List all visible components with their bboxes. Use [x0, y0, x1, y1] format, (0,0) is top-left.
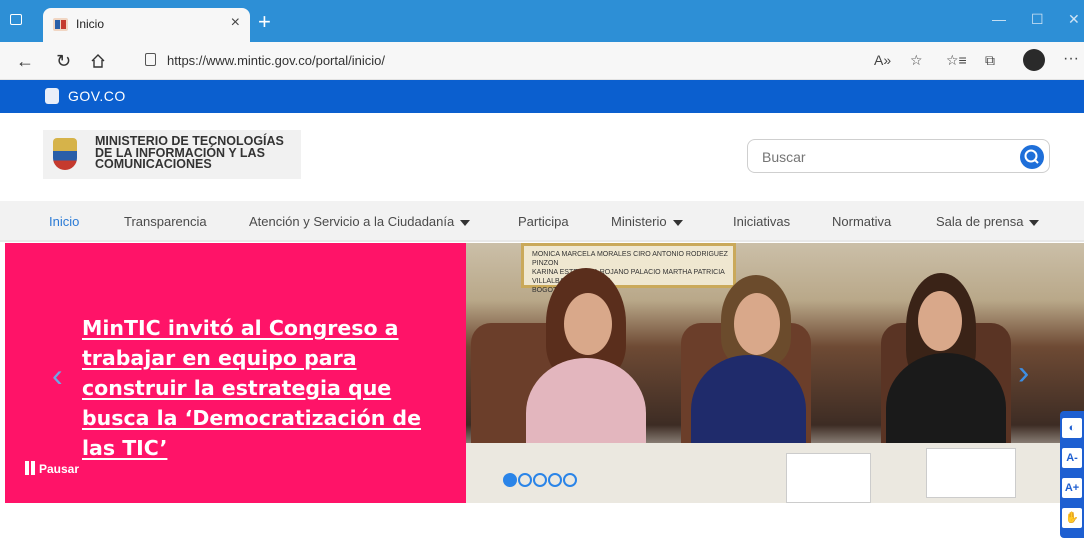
close-window-icon[interactable]: ✕ — [1068, 11, 1080, 28]
menu-item-participa[interactable]: Participa — [518, 214, 569, 229]
nameplate — [786, 453, 871, 503]
minimize-icon[interactable]: — — [992, 11, 1006, 27]
main-menu: Inicio Transparencia Atención y Servicio… — [0, 201, 1084, 242]
person-head — [734, 293, 780, 355]
favicon-icon — [53, 18, 68, 31]
ministry-name-line: COMUNICACIONES — [95, 157, 212, 171]
lock-icon[interactable] — [145, 53, 156, 66]
slide-dot[interactable] — [563, 473, 577, 487]
profile-avatar[interactable] — [1023, 49, 1045, 71]
menu-item-ministerio[interactable]: Ministerio — [611, 214, 683, 229]
chevron-down-icon — [460, 219, 471, 226]
decrease-font-icon[interactable]: A- — [1062, 448, 1082, 468]
pause-button[interactable]: Pausar — [25, 461, 79, 476]
banner-headline-link[interactable]: MinTIC invitó al Congreso a trabajar en … — [82, 313, 452, 463]
browser-tab[interactable]: Inicio × — [43, 8, 250, 42]
banner-photo: MONICA MARCELA MORALES CIRO ANTONIO RODR… — [466, 243, 1084, 503]
maximize-icon[interactable]: ☐ — [1031, 11, 1044, 28]
search-icon — [1024, 149, 1039, 164]
chevron-down-icon — [1029, 219, 1040, 226]
menu-item-atencion[interactable]: Atención y Servicio a la Ciudadanía — [249, 214, 471, 229]
refresh-icon[interactable]: ↻ — [56, 51, 71, 72]
search-input[interactable] — [762, 147, 1002, 167]
chevron-down-icon — [672, 219, 683, 226]
gov-co-link[interactable]: GOV.CO — [68, 88, 126, 104]
menu-item-inicio[interactable]: Inicio — [49, 214, 79, 229]
favorites-list-icon[interactable]: ☆≡ — [946, 52, 967, 69]
pause-icon — [25, 461, 35, 475]
favorite-star-icon[interactable]: ☆ — [910, 52, 923, 69]
menu-item-iniciativas[interactable]: Iniciativas — [733, 214, 790, 229]
person-head — [918, 291, 962, 351]
slide-indicators — [503, 473, 578, 492]
close-tab-icon[interactable]: × — [231, 14, 240, 32]
person-head — [564, 293, 612, 355]
gov-co-logo-icon[interactable] — [45, 88, 59, 104]
menu-item-transparencia[interactable]: Transparencia — [124, 214, 207, 229]
gov-co-bar: GOV.CO — [0, 80, 1084, 113]
tab-title: Inicio — [76, 17, 105, 31]
slide-dot[interactable] — [503, 473, 517, 487]
back-icon[interactable]: ← — [16, 51, 34, 72]
contrast-icon[interactable]: ◐ — [1062, 418, 1082, 438]
next-slide-icon[interactable]: › — [1018, 354, 1029, 393]
collections-icon[interactable]: ⧉ — [985, 52, 995, 69]
increase-font-icon[interactable]: A+ — [1062, 478, 1082, 498]
sign-language-icon[interactable]: ✋ — [1062, 508, 1082, 528]
plaque-line: MONICA MARCELA MORALES CIRO ANTONIO RODR… — [532, 251, 728, 267]
slide-dot[interactable] — [533, 473, 547, 487]
new-tab-icon[interactable]: + — [258, 9, 271, 35]
address-bar: ← ↻ https://www.mintic.gov.co/portal/ini… — [0, 42, 1084, 80]
more-menu-icon[interactable]: ··· — [1063, 50, 1079, 68]
tab-actions-icon[interactable] — [10, 14, 22, 25]
ministry-logo[interactable]: MINISTERIO DE TECNOLOGÍAS DE LA INFORMACI… — [43, 130, 301, 179]
home-icon[interactable] — [90, 53, 106, 69]
menu-item-sala-de-prensa[interactable]: Sala de prensa — [936, 214, 1040, 229]
accessibility-toolbar: ◐ A- A+ ✋ — [1060, 411, 1084, 538]
slide-dot[interactable] — [548, 473, 562, 487]
search-box — [747, 139, 1050, 173]
browser-tab-bar: Inicio × + — ☐ ✕ — [0, 0, 1084, 42]
nameplate — [926, 448, 1016, 498]
url-field[interactable]: https://www.mintic.gov.co/portal/inicio/ — [167, 53, 385, 68]
previous-slide-icon[interactable]: ‹ — [52, 357, 63, 394]
slide-dot[interactable] — [518, 473, 532, 487]
coat-of-arms-icon — [53, 138, 77, 170]
search-button[interactable] — [1020, 145, 1044, 169]
menu-item-normativa[interactable]: Normativa — [832, 214, 891, 229]
ministry-name: MINISTERIO DE TECNOLOGÍAS DE LA INFORMACI… — [95, 135, 284, 171]
wall-plaque: MONICA MARCELA MORALES CIRO ANTONIO RODR… — [521, 243, 736, 294]
read-aloud-icon[interactable]: A» — [874, 52, 891, 68]
